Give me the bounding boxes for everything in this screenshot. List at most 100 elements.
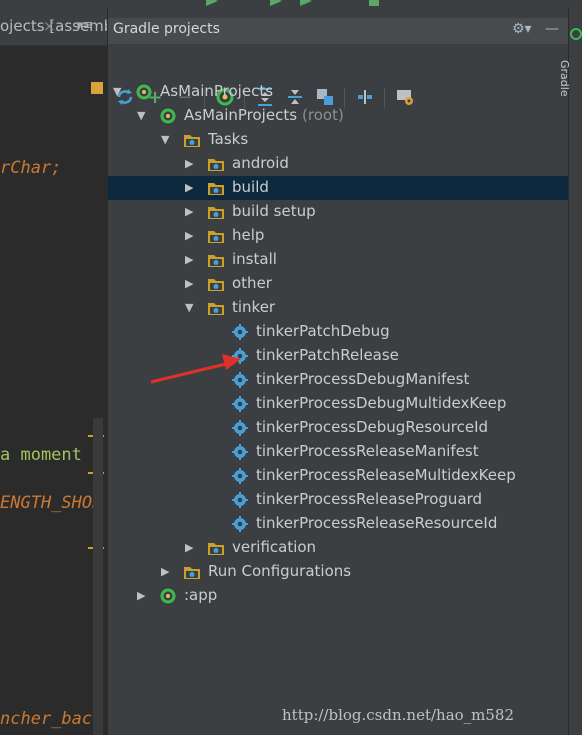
coverage-icon[interactable] bbox=[300, 0, 312, 6]
tree-node[interactable]: tinkerPatchRelease bbox=[108, 344, 569, 368]
tree-node[interactable]: ▼ AsMainProjects bbox=[108, 80, 569, 104]
editor-scrollbar[interactable] bbox=[93, 418, 103, 735]
tree-node-text: tinkerProcessDebugManifest bbox=[256, 370, 470, 388]
tree-node[interactable]: tinkerPatchDebug bbox=[108, 320, 569, 344]
chevron-right-icon[interactable]: ▶ bbox=[161, 565, 169, 578]
editor-tab[interactable]: ojects [assembleRelease] × ▾≡ bbox=[0, 8, 107, 46]
chevron-right-icon[interactable]: ▶ bbox=[185, 205, 193, 218]
chevron-right-icon[interactable]: ▶ bbox=[185, 157, 193, 170]
chevron-down-icon[interactable]: ▼ bbox=[137, 109, 145, 122]
debug-icon[interactable] bbox=[270, 0, 282, 6]
folder-icon bbox=[208, 183, 224, 195]
gradle-side-tab[interactable]: Gradle bbox=[558, 60, 571, 97]
chevron-right-icon[interactable]: ▶ bbox=[185, 229, 193, 242]
gradle-module-icon bbox=[160, 108, 176, 124]
tree-node[interactable]: ▶ install bbox=[108, 248, 569, 272]
gear-icon[interactable]: ⚙▾ bbox=[512, 21, 532, 37]
gear-icon bbox=[232, 324, 248, 340]
folder-icon bbox=[184, 567, 200, 579]
tree-node-text: tinkerProcessReleaseMultidexKeep bbox=[256, 466, 516, 484]
tree-node[interactable]: tinkerProcessDebugManifest bbox=[108, 368, 569, 392]
folder-icon bbox=[208, 255, 224, 267]
tree-node[interactable]: tinkerProcessDebugResourceId bbox=[108, 416, 569, 440]
tree-node-label: verification bbox=[232, 538, 316, 556]
tree-node-label: tinker bbox=[232, 298, 275, 316]
tree-node-label: install bbox=[232, 250, 277, 268]
tree-node-label: AsMainProjects bbox=[160, 82, 273, 100]
tree-node-label: Run Configurations bbox=[208, 562, 351, 580]
tree-node-label: tinkerProcessDebugResourceId bbox=[256, 418, 488, 436]
tree-node-label: tinkerProcessReleaseManifest bbox=[256, 442, 479, 460]
chevron-right-icon[interactable]: ▶ bbox=[137, 589, 145, 602]
tree-node[interactable]: tinkerProcessReleaseManifest bbox=[108, 440, 569, 464]
chevron-down-icon[interactable]: ▼ bbox=[185, 301, 193, 314]
tree-node-text: other bbox=[232, 274, 272, 292]
gradle-tool-icon[interactable] bbox=[570, 28, 582, 40]
tree-node[interactable]: ▶ :app bbox=[108, 584, 569, 608]
tree-node-text: build bbox=[232, 178, 269, 196]
gear-icon bbox=[232, 492, 248, 508]
run-icon[interactable] bbox=[206, 0, 218, 6]
code-editor[interactable]: ojects [assembleRelease] × ▾≡ rChar; a m… bbox=[0, 8, 107, 735]
tree-node-text: tinkerPatchRelease bbox=[256, 346, 399, 364]
tree-node-text: tinker bbox=[232, 298, 276, 316]
tree-node[interactable]: ▶ Run Configurations bbox=[108, 560, 569, 584]
tree-node-text: tinkerProcessReleaseResourceId bbox=[256, 514, 498, 532]
tree-node[interactable]: ▶ build setup bbox=[108, 200, 569, 224]
tree-node-label: tinkerProcessReleaseProguard bbox=[256, 490, 482, 508]
folder-icon bbox=[208, 543, 224, 555]
tree-node-label: other bbox=[232, 274, 272, 292]
tree-node-text: build setup bbox=[232, 202, 316, 220]
tree-node-text: Tasks bbox=[208, 130, 249, 148]
code-line[interactable]: rChar; bbox=[0, 158, 61, 178]
tree-node-label: tinkerPatchRelease bbox=[256, 346, 399, 364]
tree-node[interactable]: ▼ AsMainProjects (root) bbox=[108, 104, 569, 128]
chevron-down-icon[interactable]: ▼ bbox=[161, 133, 169, 146]
folder-icon bbox=[208, 207, 224, 219]
tree-node[interactable]: tinkerProcessDebugMultidexKeep bbox=[108, 392, 569, 416]
tree-node[interactable]: ▼ Tasks bbox=[108, 128, 569, 152]
tree-node-text: help bbox=[232, 226, 265, 244]
chevron-right-icon[interactable]: ▶ bbox=[185, 181, 193, 194]
tree-node-label: :app bbox=[184, 586, 217, 604]
gear-icon bbox=[232, 444, 248, 460]
gear-icon bbox=[232, 420, 248, 436]
tree-node-label: tinkerProcessReleaseMultidexKeep bbox=[256, 466, 516, 484]
stop-icon[interactable] bbox=[368, 0, 380, 6]
warning-marker[interactable] bbox=[91, 82, 103, 94]
tree-node-text: tinkerPatchDebug bbox=[256, 322, 390, 340]
code-line[interactable]: ncher_back bbox=[0, 709, 102, 729]
tree-node[interactable]: ▶ android bbox=[108, 152, 569, 176]
chevron-right-icon[interactable]: ▶ bbox=[185, 253, 193, 266]
window-top-strip bbox=[0, 0, 582, 8]
gear-icon bbox=[232, 396, 248, 412]
folder-icon bbox=[208, 231, 224, 243]
code-line[interactable]: a moment " bbox=[0, 445, 102, 465]
tree-node[interactable]: ▶ help bbox=[108, 224, 569, 248]
chevron-down-icon[interactable]: ▼ bbox=[113, 85, 121, 98]
tab-menu-icon[interactable]: ▾≡ bbox=[76, 18, 93, 33]
tree-node[interactable]: ▶ other bbox=[108, 272, 569, 296]
chevron-right-icon[interactable]: ▶ bbox=[185, 277, 193, 290]
folder-icon bbox=[184, 135, 200, 147]
tree-node[interactable]: ▶ verification bbox=[108, 536, 569, 560]
tree-node[interactable]: ▶ build bbox=[108, 176, 569, 200]
chevron-right-icon[interactable]: ▶ bbox=[185, 541, 193, 554]
tree-node-text: tinkerProcessReleaseProguard bbox=[256, 490, 483, 508]
minimize-icon[interactable]: — bbox=[545, 21, 559, 37]
tree-node-text: android bbox=[232, 154, 289, 172]
tree-node-label: build bbox=[232, 178, 269, 196]
tool-window-title: Gradle projects bbox=[113, 21, 220, 37]
code-line[interactable]: ENGTH_SHOR bbox=[0, 493, 102, 513]
gradle-tool-window: Gradle projects ⚙▾ — + − ▼AsMainProject bbox=[107, 8, 569, 735]
gear-icon bbox=[232, 348, 248, 364]
close-icon[interactable]: × bbox=[43, 17, 56, 35]
tree-node-text: verification bbox=[232, 538, 317, 556]
tree-node[interactable]: tinkerProcessReleaseProguard bbox=[108, 488, 569, 512]
tree-node[interactable]: ▼ tinker bbox=[108, 296, 569, 320]
tree-node[interactable]: tinkerProcessReleaseMultidexKeep bbox=[108, 464, 569, 488]
tree-node-label: AsMainProjects (root) bbox=[184, 106, 344, 124]
tree-node-label: android bbox=[232, 154, 289, 172]
tree-node[interactable]: tinkerProcessReleaseResourceId bbox=[108, 512, 569, 536]
tree-node-label: tinkerProcessDebugMultidexKeep bbox=[256, 394, 506, 412]
